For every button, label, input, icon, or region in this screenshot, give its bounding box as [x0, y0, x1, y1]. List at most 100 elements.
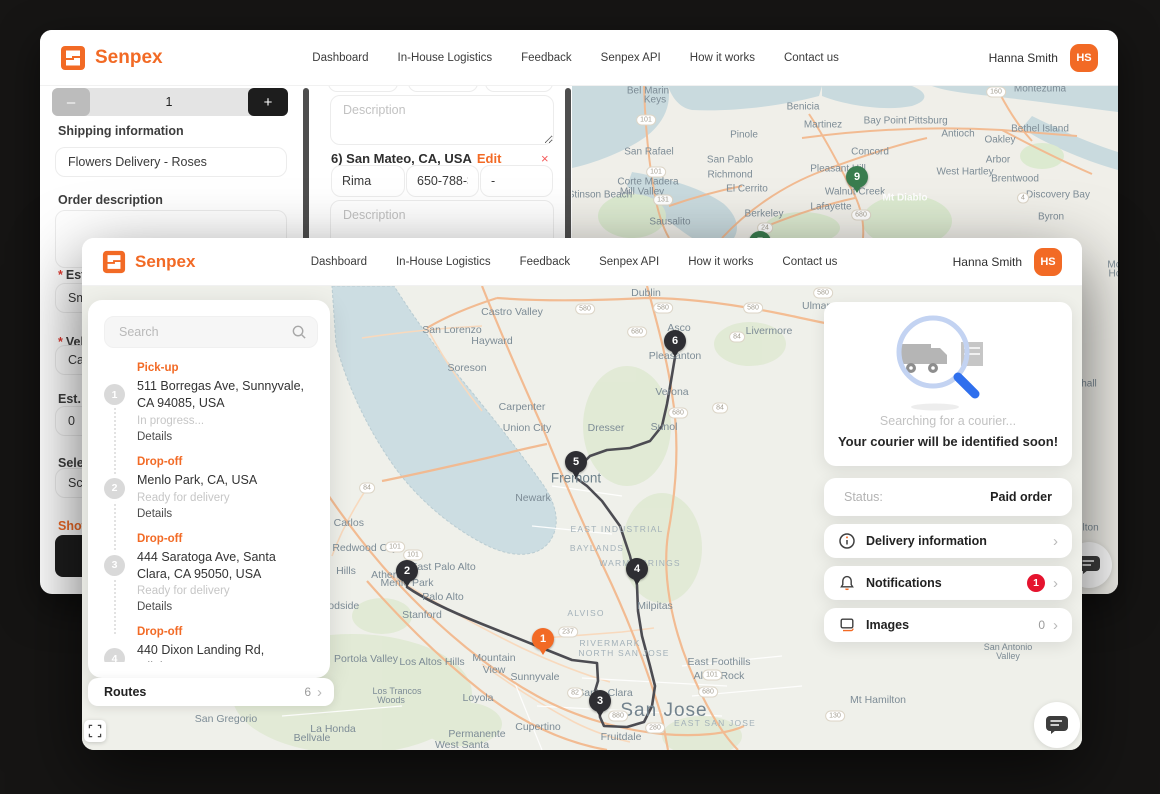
- remove-stop-button[interactable]: ×: [541, 151, 549, 166]
- nav-contact-us[interactable]: Contact us: [782, 256, 837, 268]
- notifications-badge: 1: [1027, 574, 1045, 592]
- nav-senpex-api[interactable]: Senpex API: [601, 52, 661, 64]
- route-shield: 101: [403, 550, 423, 561]
- map-label: Pittsburg: [908, 116, 947, 127]
- list-item[interactable]: 4 Drop-off 440 Dixon Landing Rd, Milpita…: [104, 626, 318, 662]
- chevron-right-icon[interactable]: ›: [317, 685, 322, 700]
- quantity-decrease-button[interactable]: –: [52, 88, 90, 116]
- search-input[interactable]: [117, 324, 291, 340]
- fullscreen-button[interactable]: [84, 720, 106, 742]
- map-label: Union City: [503, 422, 551, 434]
- route-shield: 680: [627, 327, 647, 338]
- avatar[interactable]: HS: [1034, 248, 1062, 276]
- edit-link[interactable]: Edit: [477, 151, 502, 166]
- stop-rail: 1: [104, 362, 137, 443]
- contact-name-input[interactable]: [331, 165, 405, 197]
- map-label: Castro Valley: [481, 306, 543, 318]
- chat-button[interactable]: [1034, 702, 1080, 748]
- stop-address: 444 Saratoga Ave, Santa Clara, CA 95050,…: [137, 549, 309, 583]
- nav-in-house-logistics[interactable]: In-House Logistics: [396, 256, 491, 268]
- map-label: West Hartley: [936, 167, 993, 178]
- stop-body: Drop-off 440 Dixon Landing Rd, Milpitas,…: [137, 626, 309, 662]
- nav-contact-us[interactable]: Contact us: [784, 52, 839, 64]
- map-label: EAST SAN JOSE: [674, 718, 756, 728]
- map-label: East Foothills: [687, 656, 750, 668]
- delivery-information-row[interactable]: Delivery information ›: [824, 524, 1072, 558]
- brand[interactable]: Senpex: [60, 45, 163, 71]
- chat-icon: [1045, 715, 1069, 735]
- tracking-map[interactable]: DublinCastro ValleyUlmarAscoLivermoreSan…: [82, 286, 1082, 750]
- map-label: Cupertino: [515, 721, 561, 733]
- list-item[interactable]: 3 Drop-off 444 Saratoga Ave, Santa Clara…: [104, 533, 318, 614]
- map-label: Valley: [996, 651, 1020, 661]
- nav-dashboard[interactable]: Dashboard: [312, 52, 368, 64]
- search-bar[interactable]: [104, 316, 318, 348]
- map-label: House: [1109, 269, 1118, 280]
- map-marker[interactable]: 3: [589, 690, 611, 717]
- notifications-label: Notifications: [866, 576, 942, 590]
- route-shield: 680: [698, 687, 718, 698]
- user-menu[interactable]: Hanna Smith HS: [953, 248, 1062, 276]
- map-label: East Palo Alto: [410, 561, 475, 573]
- delivery-information-label: Delivery information: [866, 534, 987, 548]
- map-marker[interactable]: 4: [626, 558, 648, 585]
- images-row[interactable]: Images 0 ›: [824, 608, 1072, 642]
- routes-bar[interactable]: Routes 6 ›: [88, 678, 334, 706]
- map-label: Antioch: [941, 129, 974, 140]
- senpex-logo-icon: [102, 250, 126, 274]
- route-shield: 580: [813, 288, 833, 299]
- route-shield: 101: [385, 542, 405, 553]
- courier-search-card: Searching for a courier... Your courier …: [824, 302, 1072, 466]
- list-item[interactable]: 1 Pick-up 511 Borregas Ave, Sunnyvale, C…: [104, 362, 318, 443]
- nav-how-it-works[interactable]: How it works: [688, 256, 753, 268]
- list-item[interactable]: 2 Drop-off Menlo Park, CA, USA Ready for…: [104, 456, 318, 520]
- shipping-information-label: Shipping information: [58, 124, 184, 138]
- nav-dashboard[interactable]: Dashboard: [311, 256, 367, 268]
- map-label: Hills: [336, 565, 356, 577]
- brand-name: Senpex: [135, 252, 195, 272]
- route-shield: 880: [608, 711, 628, 722]
- stop-details-link[interactable]: Details: [137, 508, 257, 520]
- map-marker[interactable]: 1: [532, 628, 554, 655]
- route-shield: 680: [668, 408, 688, 419]
- chevron-right-icon: ›: [1053, 576, 1058, 591]
- stops-list[interactable]: 1 Pick-up 511 Borregas Ave, Sunnyvale, C…: [104, 362, 318, 662]
- required-marker: *: [58, 268, 63, 282]
- quantity-increase-button[interactable]: +: [248, 88, 288, 116]
- stop-details-link[interactable]: Details: [137, 431, 309, 443]
- notifications-row[interactable]: Notifications 1 ›: [824, 566, 1072, 600]
- quantity-stepper[interactable]: – 1 +: [52, 88, 288, 116]
- map-marker[interactable]: 9: [846, 166, 868, 193]
- brand[interactable]: Senpex: [102, 250, 195, 274]
- user-menu[interactable]: Hanna Smith HS: [989, 44, 1098, 72]
- shipping-information-input[interactable]: [55, 147, 287, 177]
- map-label: Dresser: [588, 422, 625, 434]
- map-marker[interactable]: 6: [664, 330, 686, 357]
- map-label: Soreson: [447, 362, 486, 374]
- description-textarea[interactable]: [330, 95, 554, 145]
- map-label: Milpitas: [637, 600, 673, 612]
- map-label: RIVERMARK: [579, 638, 640, 648]
- nav-feedback[interactable]: Feedback: [520, 256, 571, 268]
- bell-icon: [838, 574, 856, 592]
- main-nav: Dashboard In-House Logistics Feedback Se…: [312, 52, 839, 64]
- stop-details-link[interactable]: Details: [137, 601, 309, 613]
- stop-number: 2: [104, 478, 125, 499]
- contact-ext-input[interactable]: [480, 165, 553, 197]
- map-label: Brentwood: [991, 174, 1039, 185]
- nav-feedback[interactable]: Feedback: [521, 52, 572, 64]
- stop-address: 511 Borregas Ave, Sunnyvale, CA 94085, U…: [137, 378, 309, 412]
- map-label: Portola Valley: [334, 653, 398, 665]
- map-label: Lafayette: [810, 202, 851, 213]
- user-name: Hanna Smith: [953, 255, 1022, 269]
- avatar[interactable]: HS: [1070, 44, 1098, 72]
- map-marker[interactable]: 2: [396, 560, 418, 587]
- nav-in-house-logistics[interactable]: In-House Logistics: [398, 52, 493, 64]
- map-label: Sunol: [651, 421, 678, 433]
- contact-phone-input[interactable]: [406, 165, 479, 197]
- map-marker[interactable]: 5: [565, 451, 587, 478]
- nav-how-it-works[interactable]: How it works: [690, 52, 755, 64]
- map-label: San Pablo: [707, 155, 753, 166]
- route-shield: 82: [567, 688, 583, 699]
- nav-senpex-api[interactable]: Senpex API: [599, 256, 659, 268]
